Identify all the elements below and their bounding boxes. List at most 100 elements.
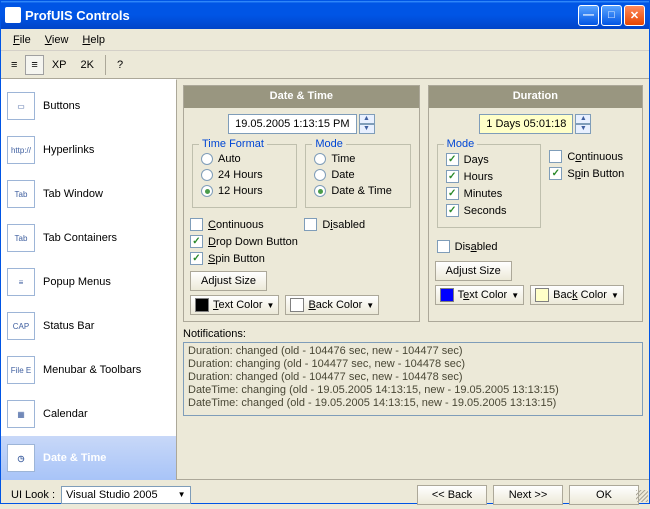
checkbox-icon: ✓ — [446, 204, 459, 217]
theme-2k-button[interactable]: 2K — [75, 55, 100, 75]
menu-help[interactable]: Help — [76, 32, 111, 48]
dur-adjust-size-button[interactable]: Adjust Size — [435, 261, 512, 281]
uilook-label: UI Look : — [11, 489, 55, 501]
check-dur-spin[interactable]: ✓Spin Button — [549, 165, 636, 182]
resize-grip[interactable] — [636, 490, 648, 502]
check-disabled[interactable]: Disabled — [304, 216, 412, 233]
sidebar-item-label: Hyperlinks — [43, 144, 94, 156]
app-icon — [5, 7, 21, 23]
check-dropdown[interactable]: ✓Drop Down Button — [190, 233, 413, 250]
checkbox-icon: ✓ — [190, 235, 203, 248]
spin-down-icon[interactable]: ▼ — [359, 124, 375, 134]
dropdown-icon: ▼ — [366, 301, 374, 310]
mode-group: Mode Time Date Date & Time — [305, 144, 410, 208]
hyperlinks-icon: http:// — [7, 136, 35, 164]
duration-panel: Duration 1 Days 05:01:18 ▲▼ Mode ✓Days ✓… — [428, 85, 643, 322]
radio-auto[interactable]: Auto — [201, 151, 288, 167]
duration-field[interactable]: 1 Days 05:01:18 — [479, 114, 573, 134]
next-button[interactable]: Next >> — [493, 485, 563, 505]
sidebar-item-status-bar[interactable]: CAPStatus Bar — [1, 304, 176, 348]
sidebar-item-date-time[interactable]: ◷ Date & Time — [1, 436, 176, 480]
check-minutes[interactable]: ✓Minutes — [446, 185, 533, 202]
radio-24hours[interactable]: 24 Hours — [201, 167, 288, 183]
back-button[interactable]: << Back — [417, 485, 487, 505]
dropdown-icon: ▼ — [511, 291, 519, 300]
sidebar-item-menubar-toolbars[interactable]: File EMenubar & Toolbars — [1, 348, 176, 392]
datetime-field[interactable]: 19.05.2005 1:13:15 PM — [228, 114, 356, 134]
duration-spinner[interactable]: ▲▼ — [575, 114, 591, 134]
checkbox-icon — [549, 150, 562, 163]
check-days[interactable]: ✓Days — [446, 151, 533, 168]
uilook-combo[interactable]: Visual Studio 2005▼ — [61, 486, 190, 504]
close-button[interactable]: ✕ — [624, 5, 645, 26]
maximize-button[interactable]: □ — [601, 5, 622, 26]
text-color-button[interactable]: Text Color▼ — [190, 295, 279, 315]
color-swatch — [290, 298, 304, 312]
radio-icon — [314, 153, 326, 165]
color-swatch — [440, 288, 454, 302]
buttons-icon: ▭ — [7, 92, 35, 120]
theme-btn-1[interactable]: ≡ — [5, 55, 23, 75]
back-color-button[interactable]: Back Color▼ — [285, 295, 379, 315]
radio-time[interactable]: Time — [314, 151, 401, 167]
titlebar[interactable]: ProfUIS Controls — □ ✕ — [1, 1, 649, 29]
adjust-size-button[interactable]: Adjust Size — [190, 271, 267, 291]
theme-btn-2[interactable]: ≡ — [25, 55, 43, 75]
dropdown-icon: ▼ — [267, 301, 275, 310]
popup-menus-icon: ≡ — [7, 268, 35, 296]
notif-line: Duration: changing (old - 104477 sec, ne… — [188, 358, 638, 371]
sidebar-item-calendar[interactable]: ▦Calendar — [1, 392, 176, 436]
spin-up-icon[interactable]: ▲ — [359, 114, 375, 124]
dur-text-color-button[interactable]: Text Color▼ — [435, 285, 524, 305]
notif-line: Duration: changed (old - 104477 sec, new… — [188, 371, 638, 384]
minimize-button[interactable]: — — [578, 5, 599, 26]
check-spin[interactable]: ✓Spin Button — [190, 250, 413, 267]
checkbox-icon: ✓ — [446, 170, 459, 183]
check-dur-continuous[interactable]: Continuous — [549, 148, 636, 165]
spin-up-icon[interactable]: ▲ — [575, 114, 591, 124]
check-continuous[interactable]: Continuous — [190, 216, 298, 233]
radio-12hours[interactable]: 12 Hours — [201, 183, 288, 199]
sidebar-item-tab-window[interactable]: TabTab Window — [1, 172, 176, 216]
checkbox-icon: ✓ — [446, 153, 459, 166]
duration-mode-group: Mode ✓Days ✓Hours ✓Minutes ✓Seconds — [437, 144, 542, 228]
radio-icon — [314, 185, 326, 197]
sidebar-item-label: Date & Time — [43, 452, 106, 464]
checkbox-icon — [304, 218, 317, 231]
footer: UI Look : Visual Studio 2005▼ << Back Ne… — [1, 479, 649, 509]
datetime-panel: Date & Time 19.05.2005 1:13:15 PM ▲▼ Tim… — [183, 85, 420, 322]
date-time-icon: ◷ — [7, 444, 35, 472]
checkbox-icon: ✓ — [190, 252, 203, 265]
duration-mode-legend: Mode — [444, 138, 478, 150]
checkbox-icon — [437, 240, 450, 253]
check-seconds[interactable]: ✓Seconds — [446, 202, 533, 219]
menu-file[interactable]: File — [7, 32, 37, 48]
time-format-legend: Time Format — [199, 138, 267, 150]
check-hours[interactable]: ✓Hours — [446, 168, 533, 185]
theme-xp-button[interactable]: XP — [46, 55, 73, 75]
radio-date[interactable]: Date — [314, 167, 401, 183]
sidebar-item-tab-containers[interactable]: TabTab Containers — [1, 216, 176, 260]
menubar: File View Help — [1, 29, 649, 51]
radio-datetime[interactable]: Date & Time — [314, 183, 401, 199]
dur-back-color-button[interactable]: Back Color▼ — [530, 285, 624, 305]
checkbox-icon: ✓ — [446, 187, 459, 200]
sidebar: ▭Buttons http:// Hyperlinks TabTab Window… — [1, 79, 177, 479]
sidebar-item-buttons[interactable]: ▭Buttons — [1, 84, 176, 128]
datetime-spinner[interactable]: ▲▼ — [359, 114, 375, 134]
sidebar-item-hyperlinks[interactable]: http:// Hyperlinks — [1, 128, 176, 172]
notifications-list[interactable]: Duration: changed (old - 104476 sec, new… — [183, 342, 643, 416]
spin-down-icon[interactable]: ▼ — [575, 124, 591, 134]
notif-line: DateTime: changed (old - 19.05.2005 14:1… — [188, 397, 638, 410]
help-button[interactable]: ? — [111, 55, 129, 75]
sidebar-item-label: Popup Menus — [43, 276, 111, 288]
sidebar-item-label: Tab Containers — [43, 232, 117, 244]
ok-button[interactable]: OK — [569, 485, 639, 505]
checkbox-icon: ✓ — [549, 167, 562, 180]
sidebar-item-label: Calendar — [43, 408, 88, 420]
sidebar-item-popup-menus[interactable]: ≡ Popup Menus — [1, 260, 176, 304]
menu-view[interactable]: View — [39, 32, 75, 48]
check-dur-disabled[interactable]: Disabled — [437, 238, 634, 255]
checkbox-icon — [190, 218, 203, 231]
window-title: ProfUIS Controls — [25, 8, 578, 23]
